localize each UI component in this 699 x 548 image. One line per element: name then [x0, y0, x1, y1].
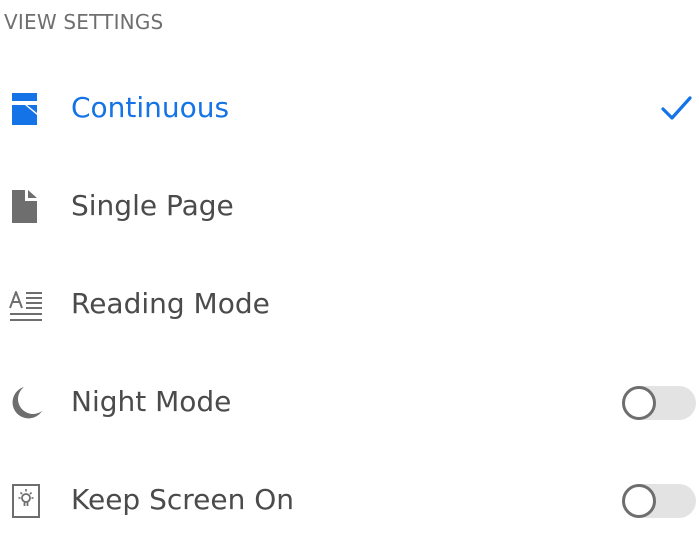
toggle-knob	[622, 484, 656, 518]
view-option-label: Single Page	[71, 189, 234, 222]
setting-label: Night Mode	[71, 385, 232, 418]
section-header: VIEW SETTINGS	[4, 10, 164, 34]
view-option-label: Continuous	[71, 91, 230, 124]
view-option-reading-mode[interactable]: Reading Mode	[0, 254, 699, 352]
reading-mode-icon	[8, 287, 44, 323]
lightbulb-screen-icon	[8, 483, 44, 519]
view-option-label: Reading Mode	[71, 287, 270, 320]
view-option-single-page[interactable]: Single Page	[0, 156, 699, 254]
night-mode-toggle[interactable]	[622, 386, 696, 420]
continuous-scroll-icon	[8, 91, 44, 127]
toggle-knob	[622, 386, 656, 420]
checkmark-icon	[659, 91, 693, 125]
setting-night-mode: Night Mode	[0, 352, 699, 450]
view-option-continuous[interactable]: Continuous	[0, 58, 699, 156]
moon-icon	[8, 385, 44, 421]
setting-keep-screen-on: Keep Screen On	[0, 450, 699, 548]
single-page-icon	[8, 189, 44, 225]
setting-label: Keep Screen On	[71, 483, 295, 516]
keep-screen-on-toggle[interactable]	[622, 484, 696, 518]
